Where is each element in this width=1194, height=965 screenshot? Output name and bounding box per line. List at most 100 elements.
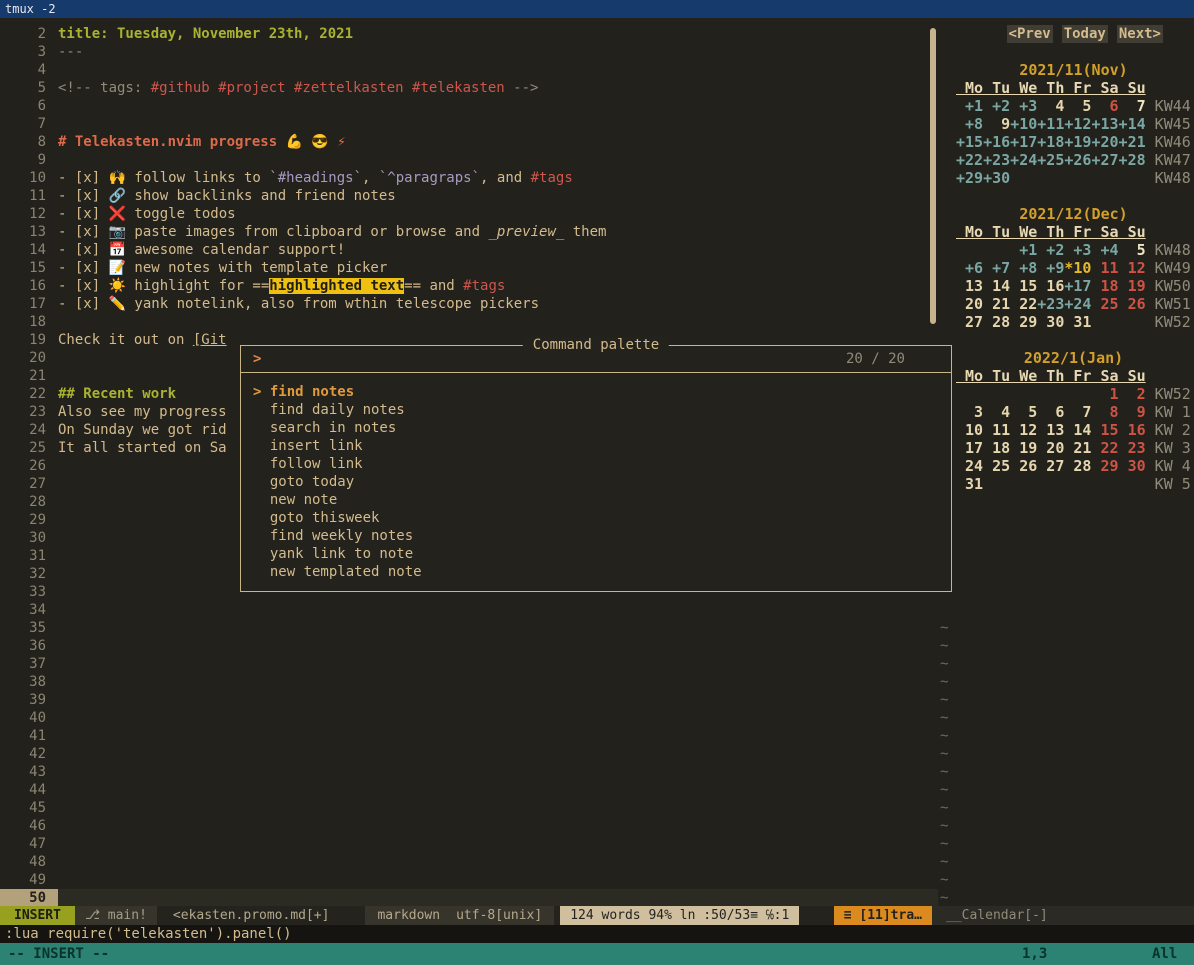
- calendar-week-row[interactable]: +22+23+24+25+26+27+28 KW47: [956, 151, 1191, 169]
- filetype-encoding: markdownutf-8[unix]: [365, 906, 554, 925]
- palette-item[interactable]: find weekly notes: [253, 527, 951, 545]
- line-number: 32: [0, 565, 58, 583]
- calendar-today-button[interactable]: Today: [1062, 25, 1108, 43]
- editor-line[interactable]: 34: [0, 601, 938, 619]
- palette-item[interactable]: insert link: [253, 437, 951, 455]
- editor-line[interactable]: 14- [x] 📅 awesome calendar support!: [0, 241, 938, 259]
- editor-line[interactable]: 16- [x] ☀️ highlight for ==highlighted t…: [0, 277, 938, 295]
- calendar-prev-button[interactable]: <Prev: [1007, 25, 1053, 43]
- editor-line[interactable]: 6: [0, 97, 938, 115]
- prompt-caret: >: [253, 351, 261, 367]
- calendar-week-row[interactable]: 1 2 KW52: [956, 385, 1191, 403]
- line-number: 47: [0, 835, 58, 853]
- editor-line[interactable]: 37: [0, 655, 938, 673]
- mode-indicator: INSERT: [0, 906, 75, 925]
- command-palette-title: Command palette: [523, 337, 669, 353]
- editor-line[interactable]: 17- [x] ✏️ yank notelink, also from wthi…: [0, 295, 938, 313]
- editor-line[interactable]: 36: [0, 637, 938, 655]
- line-text: - [x] ✏️ yank notelink, also from wthin …: [58, 295, 539, 313]
- git-branch: ⎇ main!: [75, 906, 157, 925]
- palette-item[interactable]: yank link to note: [253, 545, 951, 563]
- editor-line[interactable]: 8# Telekasten.nvim progress 💪 😎 ⚡: [0, 133, 938, 151]
- editor-line[interactable]: 2title: Tuesday, November 23th, 2021: [0, 25, 938, 43]
- palette-item[interactable]: goto thisweek: [253, 509, 951, 527]
- editor-line[interactable]: 40: [0, 709, 938, 727]
- calendar-week-row[interactable]: 24 25 26 27 28 29 30 KW 4: [956, 457, 1191, 475]
- line-number: 22: [0, 385, 58, 403]
- line-number: 25: [0, 439, 58, 457]
- line-text: Also see my progress: [58, 403, 227, 421]
- palette-item[interactable]: follow link: [253, 455, 951, 473]
- editor-line[interactable]: 50: [0, 889, 938, 906]
- line-text: # Telekasten.nvim progress 💪 😎 ⚡: [58, 133, 346, 151]
- calendar-week-row[interactable]: 27 28 29 30 31 KW52: [956, 313, 1191, 331]
- editor-line[interactable]: 3---: [0, 43, 938, 61]
- calendar-week-row[interactable]: +6 +7 +8 +9*10 11 12 KW49: [956, 259, 1191, 277]
- editor-line[interactable]: 10- [x] 🙌 follow links to `#headings`, `…: [0, 169, 938, 187]
- editor-line[interactable]: 12- [x] ❌ toggle todos: [0, 205, 938, 223]
- editor-line[interactable]: 44: [0, 781, 938, 799]
- calendar-next-button[interactable]: Next>: [1117, 25, 1163, 43]
- editor-line[interactable]: 7: [0, 115, 938, 133]
- editor-line[interactable]: 9: [0, 151, 938, 169]
- filename: <ekasten.promo.md[+]: [163, 906, 340, 925]
- line-text: title: Tuesday, November 23th, 2021: [58, 25, 353, 43]
- line-number: 40: [0, 709, 58, 727]
- calendar-week-row[interactable]: 10 11 12 13 14 15 16 KW 2: [956, 421, 1191, 439]
- line-number: 39: [0, 691, 58, 709]
- palette-item[interactable]: > find notes: [253, 383, 951, 401]
- editor-line[interactable]: 48: [0, 853, 938, 871]
- calendar-weekday-header: Mo Tu We Th Fr Sa Su: [956, 223, 1191, 241]
- editor-line[interactable]: 4: [0, 61, 938, 79]
- editor-line[interactable]: 49: [0, 871, 938, 889]
- calendar-week-row[interactable]: 17 18 19 20 21 22 23 KW 3: [956, 439, 1191, 457]
- empty-line-tilde: ~: [940, 889, 948, 907]
- line-number: 33: [0, 583, 58, 601]
- editor-line[interactable]: 18: [0, 313, 938, 331]
- calendar-month: 2022/1(Jan) Mo Tu We Th Fr Sa Su 1 2 KW5…: [956, 349, 1191, 493]
- editor-line[interactable]: 45: [0, 799, 938, 817]
- tmux-title: tmux -2: [5, 2, 56, 16]
- line-number: 21: [0, 367, 58, 385]
- editor-line[interactable]: 35: [0, 619, 938, 637]
- editor-line[interactable]: 15- [x] 📝 new notes with template picker: [0, 259, 938, 277]
- editor-line[interactable]: 43: [0, 763, 938, 781]
- calendar-week-row[interactable]: 3 4 5 6 7 8 9 KW 1: [956, 403, 1191, 421]
- cursor-position: 1,3: [1022, 943, 1047, 965]
- calendar-weekday-header: Mo Tu We Th Fr Sa Su: [956, 367, 1191, 385]
- calendar-week-row[interactable]: +1 +2 +3 +4 5 KW48: [956, 241, 1191, 259]
- editor-line[interactable]: 41: [0, 727, 938, 745]
- calendar-week-row[interactable]: +15+16+17+18+19+20+21 KW46: [956, 133, 1191, 151]
- calendar-weekday-header: Mo Tu We Th Fr Sa Su: [956, 79, 1191, 97]
- calendar-week-row[interactable]: +8 9+10+11+12+13+14 KW45: [956, 115, 1191, 133]
- line-text: - [x] 📅 awesome calendar support!: [58, 241, 345, 259]
- scrollbar-thumb[interactable]: [930, 28, 936, 324]
- editor-line[interactable]: 47: [0, 835, 938, 853]
- calendar-week-row[interactable]: +29+30 KW48: [956, 169, 1191, 187]
- editor-line[interactable]: 39: [0, 691, 938, 709]
- line-text: <!-- tags: #github #project #zettelkaste…: [58, 79, 538, 97]
- line-number: 12: [0, 205, 58, 223]
- palette-item[interactable]: find daily notes: [253, 401, 951, 419]
- editor-line[interactable]: 38: [0, 673, 938, 691]
- editor-line[interactable]: 42: [0, 745, 938, 763]
- command-line[interactable]: :lua require('telekasten').panel(): [0, 925, 1194, 943]
- palette-item[interactable]: new note: [253, 491, 951, 509]
- editor-line[interactable]: 5<!-- tags: #github #project #zettelkast…: [0, 79, 938, 97]
- editor-line[interactable]: 46: [0, 817, 938, 835]
- calendar-week-row[interactable]: +1 +2 +3 4 5 6 7 KW44: [956, 97, 1191, 115]
- palette-item[interactable]: new templated note: [253, 563, 951, 581]
- empty-line-tilde: ~: [940, 853, 948, 871]
- statusline: INSERT ⎇ main! <ekasten.promo.md[+] mark…: [0, 906, 1194, 925]
- palette-item[interactable]: goto today: [253, 473, 951, 491]
- command-palette: Command palette > 20 / 20 > find notes f…: [240, 345, 952, 592]
- editor-line[interactable]: 13- [x] 📷 paste images from clipboard or…: [0, 223, 938, 241]
- palette-item[interactable]: search in notes: [253, 419, 951, 437]
- calendar-week-row[interactable]: 20 21 22+23+24 25 26 KW51: [956, 295, 1191, 313]
- tmux-title-bar: tmux -2: [0, 0, 1194, 18]
- line-text: - [x] 📝 new notes with template picker: [58, 259, 387, 277]
- calendar-week-row[interactable]: 13 14 15 16+17 18 19 KW50: [956, 277, 1191, 295]
- calendar-week-row[interactable]: 31 KW 5: [956, 475, 1191, 493]
- editor-line[interactable]: 11- [x] 🔗 show backlinks and friend note…: [0, 187, 938, 205]
- empty-line-tilde: ~: [940, 745, 948, 763]
